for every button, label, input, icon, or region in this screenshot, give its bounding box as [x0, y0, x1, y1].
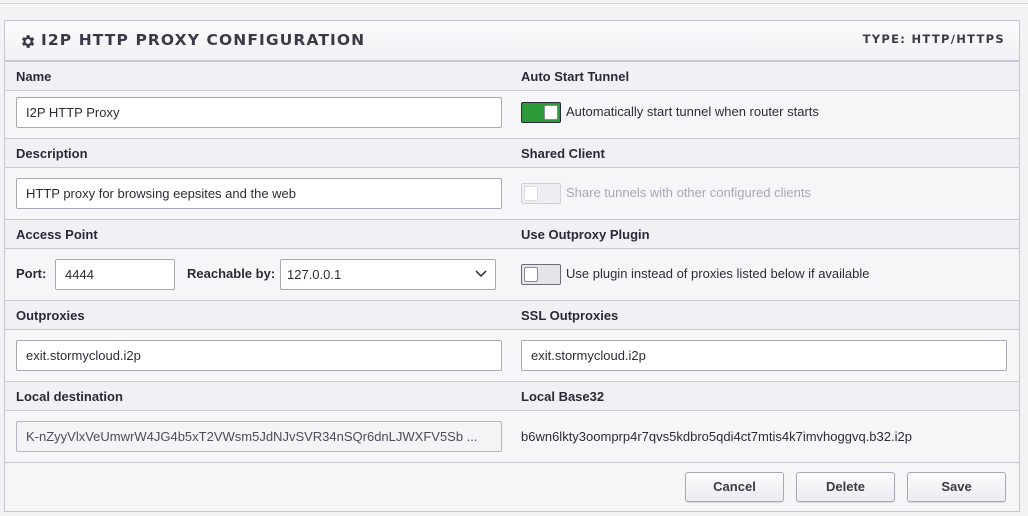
reachable-by-label: Reachable by:: [187, 266, 276, 281]
label-row-access-point: Access Point Use Outproxy Plugin: [5, 219, 1019, 249]
top-divider: [0, 3, 1028, 4]
panel-footer: Cancel Delete Save: [5, 462, 1019, 511]
outproxies-label: Outproxies: [16, 308, 85, 323]
description-input[interactable]: HTTP proxy for browsing eepsites and the…: [16, 178, 502, 209]
label-row-description: Description Shared Client: [5, 138, 1019, 168]
name-input[interactable]: I2P HTTP Proxy: [16, 97, 502, 128]
proxy-config-panel: I2P HTTP PROXY CONFIGURATION TYPE: HTTP/…: [4, 20, 1020, 512]
shared-client-label: Shared Client: [521, 146, 605, 161]
outproxy-plugin-toggle[interactable]: [521, 264, 561, 285]
local-base32-label: Local Base32: [521, 389, 605, 404]
tunnel-type-label: TYPE: HTTP/HTTPS: [862, 32, 1005, 46]
reachable-by-select[interactable]: 127.0.0.1: [280, 259, 496, 290]
outproxy-plugin-label: Use Outproxy Plugin: [521, 227, 650, 242]
outproxies-input[interactable]: exit.stormycloud.i2p: [16, 340, 502, 371]
gear-icon: [22, 35, 35, 48]
ssl-outproxies-label: SSL Outproxies: [521, 308, 619, 323]
delete-button[interactable]: Delete: [796, 472, 895, 502]
cancel-button[interactable]: Cancel: [685, 472, 784, 502]
local-destination-field[interactable]: K-nZyyVlxVeUmwrW4JG4b5xT2VWsm5JdNJvSVR34…: [16, 421, 502, 452]
label-row-name: Name Auto Start Tunnel: [5, 61, 1019, 91]
auto-start-text: Automatically start tunnel when router s…: [566, 104, 819, 119]
chevron-down-icon: [475, 270, 487, 278]
save-button[interactable]: Save: [907, 472, 1006, 502]
ssl-outproxies-input[interactable]: exit.stormycloud.i2p: [521, 340, 1007, 371]
access-point-label: Access Point: [16, 227, 98, 242]
name-label: Name: [16, 69, 52, 84]
reachable-by-value: 127.0.0.1: [287, 267, 342, 282]
shared-client-toggle: [521, 183, 561, 204]
label-row-outproxies: Outproxies SSL Outproxies: [5, 300, 1019, 330]
auto-start-label: Auto Start Tunnel: [521, 69, 630, 84]
port-input[interactable]: 4444: [55, 259, 175, 290]
panel-header: I2P HTTP PROXY CONFIGURATION TYPE: HTTP/…: [5, 21, 1019, 61]
port-label: Port:: [16, 266, 47, 281]
description-label: Description: [16, 146, 88, 161]
page-title: I2P HTTP PROXY CONFIGURATION: [41, 31, 366, 49]
outproxy-plugin-text: Use plugin instead of proxies listed bel…: [566, 266, 870, 281]
shared-client-text: Share tunnels with other configured clie…: [566, 185, 811, 200]
local-destination-label: Local destination: [16, 389, 123, 404]
local-base32-value[interactable]: b6wn6lkty3oomprp4r7qvs5kdbro5qdi4ct7mtis…: [521, 429, 912, 444]
auto-start-toggle[interactable]: [521, 102, 561, 123]
label-row-local-destination: Local destination Local Base32: [5, 381, 1019, 411]
